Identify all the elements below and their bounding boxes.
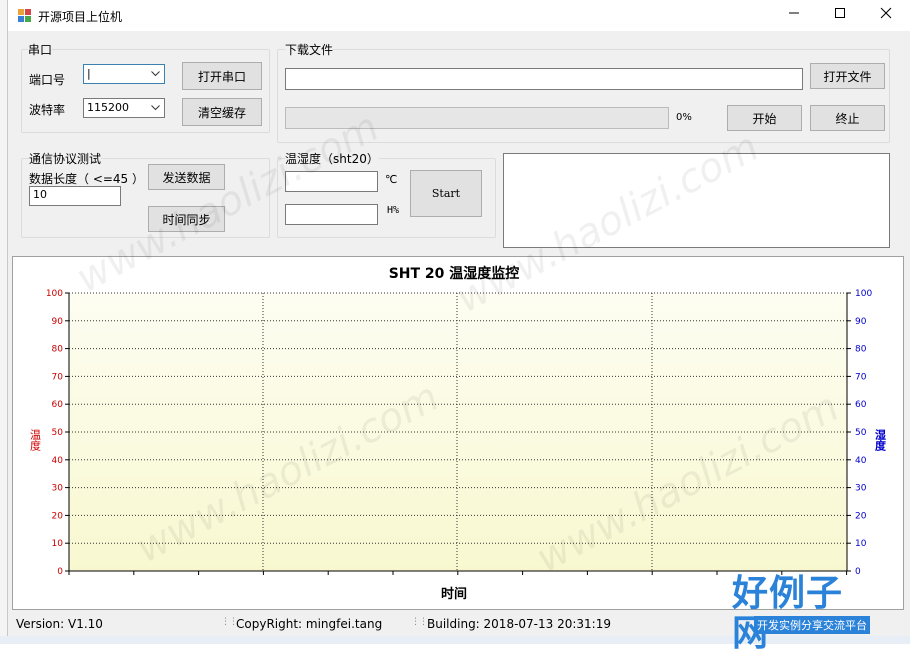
- main-window: 开源项目上位机 串口 端口号 | 波特率 115200 打开串口 清空缓存 下载…: [7, 0, 910, 636]
- chart-panel: SHT 20 温湿度监控 0 10 20 30 40 50 60 70 80 90 100 0 10 2…: [12, 256, 904, 610]
- minimize-icon[interactable]: [771, 0, 817, 31]
- humidity-input[interactable]: [285, 204, 378, 225]
- port-value: |: [87, 67, 91, 80]
- left-tick-label: 40: [52, 456, 64, 466]
- left-tick-label: 90: [52, 317, 64, 327]
- baud-value: 115200: [87, 101, 129, 114]
- left-tick-label: 100: [46, 289, 63, 299]
- start-download-button[interactable]: 开始: [727, 105, 802, 131]
- time-sync-button[interactable]: 时间同步: [148, 206, 225, 232]
- right-tick-label: 80: [855, 345, 867, 355]
- left-tick-label: 30: [52, 484, 64, 494]
- temperature-unit: ℃: [385, 173, 398, 186]
- open-file-button[interactable]: 打开文件: [810, 63, 885, 89]
- left-tick-label: 20: [52, 511, 64, 521]
- left-axis-ticks: 0 10 20 30 40 50 60 70 80 90 100: [46, 289, 69, 577]
- clear-cache-button[interactable]: 清空缓存: [182, 98, 262, 126]
- temperature-humidity-chart: SHT 20 温湿度监控 0 10 20 30 40 50 60 70 80 90 100 0 10 2…: [29, 265, 887, 602]
- download-progress-text: 0%: [676, 112, 692, 123]
- maximize-icon[interactable]: [817, 0, 863, 31]
- building-text: Building: 2018-07-13 20:31:19: [427, 617, 611, 631]
- left-tick-label: 50: [52, 428, 64, 438]
- baud-label: 波特率: [29, 103, 66, 117]
- download-progress-bar: [285, 107, 669, 129]
- right-tick-label: 10: [855, 539, 867, 549]
- send-data-button[interactable]: 发送数据: [148, 164, 225, 190]
- right-tick-label: 20: [855, 511, 867, 521]
- open-serial-button[interactable]: 打开串口: [182, 62, 262, 90]
- version-text: Version: V1.10: [16, 617, 103, 631]
- watermark-slogan: 开发实例分享交流平台: [754, 616, 870, 634]
- grip-icon: ⋮⋮: [411, 617, 428, 627]
- left-tick-label: 10: [52, 539, 64, 549]
- right-tick-label: 60: [855, 400, 867, 410]
- watermark-logo: 好例子网 开发实例分享交流平台: [732, 574, 902, 654]
- left-tick-label: 80: [52, 345, 64, 355]
- chevron-down-icon: [148, 99, 162, 117]
- temperature-input[interactable]: [285, 171, 378, 192]
- sensor-group-label: 温湿度（sht20）: [285, 150, 379, 167]
- data-length-label: 数据长度（ <=45 ）: [29, 172, 145, 186]
- right-tick-label: 90: [855, 317, 867, 327]
- download-group-label: 下载文件: [285, 41, 334, 58]
- right-tick-label: 40: [855, 456, 867, 466]
- left-tick-label: 70: [52, 372, 64, 382]
- app-icon: [18, 9, 32, 23]
- watermark-brand: 好例子网: [732, 573, 844, 654]
- file-path-input[interactable]: [285, 68, 803, 90]
- grip-icon: ⋮⋮: [221, 617, 238, 627]
- right-axis-ticks: 0102030405060708090100: [847, 289, 872, 577]
- left-tick-label: 60: [52, 400, 64, 410]
- plot-background: [69, 293, 847, 571]
- port-select[interactable]: |: [83, 64, 165, 84]
- data-length-input[interactable]: 10: [29, 186, 121, 206]
- right-tick-label: 30: [855, 484, 867, 494]
- copyright-text: CopyRight: mingfei.tang: [236, 617, 383, 631]
- chart-title: SHT 20 温湿度监控: [389, 265, 520, 282]
- left-tick-label: 0: [57, 567, 63, 577]
- window-title: 开源项目上位机: [38, 10, 123, 24]
- baud-select[interactable]: 115200: [83, 98, 165, 118]
- chevron-down-icon: [148, 65, 162, 83]
- close-icon[interactable]: [863, 0, 909, 31]
- title-bar: 开源项目上位机: [8, 0, 910, 31]
- right-axis-label: 湿度: [874, 428, 887, 452]
- stop-download-button[interactable]: 终止: [810, 105, 885, 131]
- right-tick-label: 70: [855, 372, 867, 382]
- serial-group-label: 串口: [28, 41, 53, 58]
- sensor-start-button[interactable]: Start: [410, 170, 482, 217]
- x-axis-label: 时间: [441, 586, 467, 602]
- humidity-unit: H%: [387, 205, 400, 216]
- protocol-group-label: 通信协议测试: [29, 150, 102, 167]
- port-label: 端口号: [29, 73, 66, 87]
- background-window-strip: [0, 0, 7, 644]
- right-tick-label: 100: [855, 289, 872, 299]
- right-tick-label: 50: [855, 428, 867, 438]
- left-axis-label: 温度: [29, 429, 42, 452]
- log-textbox[interactable]: [503, 153, 890, 248]
